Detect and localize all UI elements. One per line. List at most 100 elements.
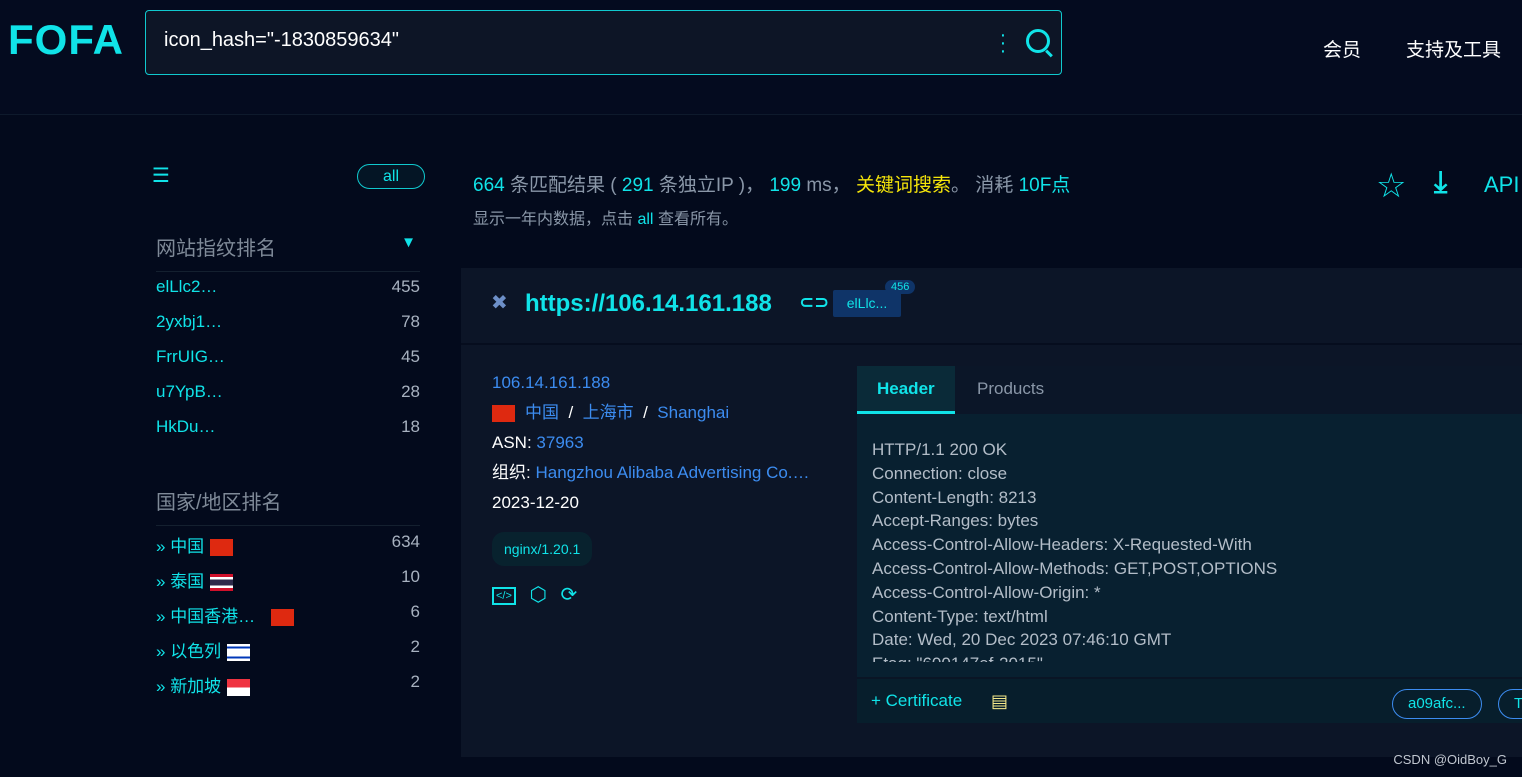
country-item[interactable]: » 中国 634 [156, 532, 420, 557]
header-line: Access-Control-Allow-Methods: GET,POST,O… [872, 558, 1278, 578]
country-ranking-title: 国家/地区排名 [156, 486, 420, 526]
th-flag-icon [210, 574, 234, 592]
header-line: Content-Type: text/html [872, 606, 1048, 626]
header-line: Connection: close [872, 463, 1008, 483]
header-line: HTTP/1.1 200 OK [872, 440, 1008, 459]
country-item[interactable]: » 新加坡 2 [156, 672, 420, 697]
header-line: Content-Length: 8213 [872, 487, 1037, 507]
tag-count-badge: 456 [885, 280, 916, 294]
download-icon[interactable]: ⤓ [1434, 166, 1447, 200]
asn-link[interactable]: 37963 [536, 433, 583, 452]
fingerprint-item[interactable]: u7YpB… 28 [156, 382, 420, 406]
code-view-icon[interactable]: </> [492, 586, 516, 605]
section-title: 网站指纹排名 [156, 238, 276, 260]
country-name[interactable]: 泰国 [170, 572, 204, 591]
fingerprint-count: 18 [401, 417, 420, 436]
country-count: 6 [410, 602, 420, 621]
star-icon[interactable]: ☆ [1376, 166, 1406, 206]
china-flag-icon [492, 405, 515, 423]
fingerprint-item[interactable]: HkDu… 18 [156, 417, 420, 441]
search-input[interactable] [164, 29, 964, 52]
fofa-logo[interactable]: FOFA [8, 16, 124, 64]
org-label: 组织: [492, 463, 531, 482]
country-count: 10 [401, 567, 420, 586]
nav-membership[interactable]: 会员 [1323, 35, 1361, 62]
fingerprint-name[interactable]: FrrUIG… [156, 347, 225, 366]
fingerprint-tag[interactable]: elLlc... [833, 290, 901, 317]
fingerprint-name[interactable]: HkDu… [156, 417, 216, 436]
chevron-double-right-icon: » [156, 607, 171, 626]
fingerprint-count: 78 [401, 312, 420, 331]
country-item[interactable]: » 泰国 10 [156, 567, 420, 592]
fingerprint-count: 45 [401, 347, 420, 366]
header-line: Access-Control-Allow-Headers: X-Requeste… [872, 535, 1252, 555]
fingerprint-name[interactable]: elLlc2… [156, 277, 217, 296]
site-favicon-icon: ✖ [491, 292, 508, 314]
country-count: 2 [410, 672, 420, 691]
city-link[interactable]: Shanghai [657, 403, 729, 422]
chevron-double-right-icon: » [156, 677, 171, 696]
fingerprint-item[interactable]: FrrUIG… 45 [156, 347, 420, 371]
fingerprint-name[interactable]: 2yxbj1… [156, 312, 222, 331]
region-link[interactable]: 上海市 [583, 403, 634, 422]
all-link[interactable]: all [637, 211, 653, 228]
fingerprint-count: 28 [401, 382, 420, 401]
nav-tools[interactable]: 支持及工具 [1406, 35, 1501, 62]
cn-flag-icon [210, 539, 234, 557]
fingerprint-count: 455 [391, 277, 420, 296]
label: 条独立IP )， [658, 175, 765, 196]
search-icon[interactable] [1026, 29, 1050, 53]
date: 2023-12-20 [492, 493, 579, 512]
country-count: 2 [410, 637, 420, 656]
country-item[interactable]: » 中国香港… 6 [156, 602, 420, 627]
keyword-search-link[interactable]: 关键词搜索 [856, 175, 951, 196]
server-tag[interactable]: nginx/1.20.1 [492, 532, 593, 566]
ip-link[interactable]: 106.14.161.188 [492, 368, 810, 398]
host-info: 106.14.161.188 中国 / 上海市 / Shanghai ASN: … [492, 368, 810, 611]
chevron-double-right-icon: » [156, 572, 171, 591]
link-icon[interactable]: ⊂⊃ [799, 292, 829, 313]
country-link[interactable]: 中国 [525, 403, 559, 422]
certificate-bar: + Certificate ▤ a09afc... T [857, 677, 1522, 723]
certificate-toggle[interactable]: + Certificate [871, 691, 962, 711]
api-button[interactable]: API [1484, 172, 1519, 198]
note: 查看所有。 [657, 211, 738, 228]
cube-icon[interactable]: ⬡ [529, 584, 546, 606]
http-header-text: HTTP/1.1 200 OK Connection: close Content-… [857, 414, 1522, 662]
country-name[interactable]: 中国香港… [170, 607, 255, 626]
result-url-link[interactable]: https://106.14.161.188 [525, 290, 772, 318]
label: 消耗 [975, 175, 1014, 196]
country-count: 634 [391, 532, 420, 551]
certificate-icon[interactable]: ▤ [991, 691, 1008, 712]
all-button[interactable]: all [357, 164, 425, 189]
tab-products[interactable]: Products [957, 366, 1064, 414]
cert-chip[interactable]: T [1498, 689, 1522, 719]
country-name[interactable]: 中国 [170, 537, 204, 556]
filter-icon[interactable]: ▼ [401, 234, 416, 251]
header-line: Accept-Ranges: bytes [872, 511, 1039, 531]
result-title-row: ✖ https://106.14.161.188 ⊂⊃ elLlc... 456 [461, 268, 1522, 345]
chevron-double-right-icon: » [156, 642, 171, 661]
fingerprint-name[interactable]: u7YpB… [156, 382, 223, 401]
label: 。 [950, 175, 970, 196]
fingerprint-item[interactable]: 2yxbj1… 78 [156, 312, 420, 336]
result-count: 664 [473, 175, 505, 196]
header-line: Etag: "600147ef-2015" [872, 652, 1507, 662]
tab-header[interactable]: Header [857, 366, 955, 414]
country-item[interactable]: » 以色列 2 [156, 637, 420, 662]
note: 显示一年内数据，点击 [473, 211, 634, 228]
more-options-icon[interactable]: · · · [998, 25, 1008, 61]
refresh-icon[interactable]: ⟳ [561, 584, 578, 606]
top-bar: FOFA ··· 会员 支持及工具 [0, 0, 1522, 115]
cert-chip[interactable]: a09afc... [1392, 689, 1482, 719]
label: ms， [806, 175, 851, 196]
result-summary: 664 条匹配结果 ( 291 条独立IP )， 199 ms， 关键词搜索。 … [473, 170, 1070, 229]
org-link[interactable]: Hangzhou Alibaba Advertising Co.… [535, 463, 809, 482]
fingerprint-item[interactable]: elLlc2… 455 [156, 277, 420, 301]
country-name[interactable]: 新加坡 [170, 677, 221, 696]
country-name[interactable]: 以色列 [170, 642, 221, 661]
fingerprint-ranking-title: 网站指纹排名 ▼ [156, 232, 420, 272]
filter-settings-icon[interactable]: ☰ [152, 166, 170, 186]
header-line: Access-Control-Allow-Origin: * [872, 582, 1101, 602]
hk-flag-icon [271, 609, 295, 627]
